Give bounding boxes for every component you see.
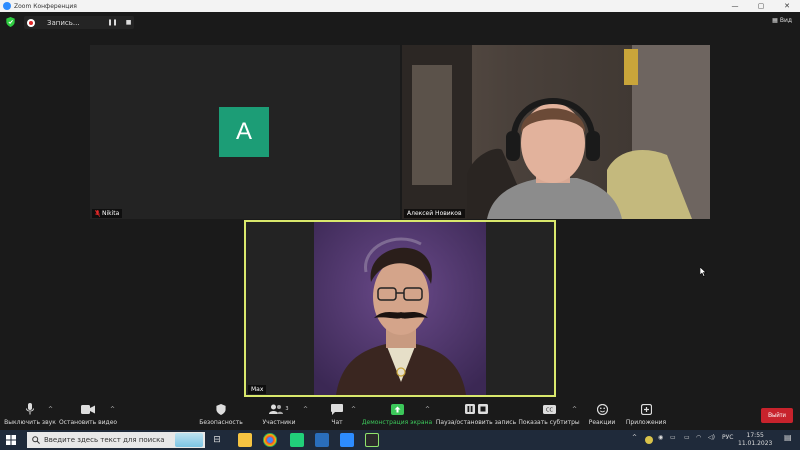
illustrated-avatar-video [246,222,554,395]
stop-video-label: Остановить видео [58,419,118,426]
tray-overflow-icon[interactable]: ^ [632,434,637,441]
video-tile-alexey[interactable]: Алексей Новиков [402,45,710,219]
recording-indicator: Запись... ❚❚ ■ [24,16,134,29]
taskbar-search-box[interactable]: Введите здесь текст для поиска [27,432,205,448]
chat-bubble-icon [331,403,343,415]
mouse-cursor-icon [700,267,707,277]
reactions-button[interactable]: Реакции [588,402,616,426]
mute-label: Выключить звук [4,419,56,426]
language-indicator[interactable]: РУС [722,434,733,441]
svg-text:CC: CC [546,407,553,413]
show-captions-label: Показать субтитры [518,419,580,426]
share-screen-icon [390,403,404,415]
participants-options-caret-icon[interactable]: ^ [303,406,308,413]
webcam-video [402,45,710,219]
participants-button[interactable]: 3 Участники [262,402,296,426]
video-options-caret-icon[interactable]: ^ [110,406,115,413]
security-label: Безопасность [199,419,243,426]
search-highlight-image [175,433,203,447]
tray-app-icon[interactable] [645,436,653,444]
microphone-icon [26,403,34,415]
security-shield-icon [216,403,226,415]
pause-stop-recording-button[interactable]: Пауза/остановить запись [435,402,517,426]
participants-label: Участники [262,419,296,426]
video-tile-max[interactable]: Max [244,220,556,397]
tray-wifi-icon[interactable]: ◠ [696,434,701,441]
leave-meeting-button[interactable]: Выйти [761,408,793,423]
pause-recording-icon[interactable]: ❚❚ [108,18,118,28]
window-titlebar: Zoom Конференция — ▢ ✕ [0,0,800,12]
mic-muted-icon [95,210,100,217]
search-icon [32,436,40,444]
tray-battery-icon[interactable]: ▭ [684,434,690,441]
show-captions-button[interactable]: CC Показать субтитры [518,402,580,426]
window-controls: — ▢ ✕ [722,0,800,12]
reactions-label: Реакции [588,419,616,426]
stop-video-button[interactable]: Остановить видео [58,402,118,426]
close-button[interactable]: ✕ [774,0,800,12]
shield-icon[interactable] [6,17,15,27]
participant-name-tag: Nikita [92,209,123,218]
pause-stop-recording-label: Пауза/остановить запись [435,419,517,426]
avatar: A [219,107,269,157]
chat-button[interactable]: Чат [328,402,346,426]
meeting-toolbar: Выключить звук ^ Остановить видео ^ Безо… [0,400,800,430]
clock-date: 11.01.2023 [738,440,773,447]
stop-icon [477,404,488,414]
windows-start-icon[interactable] [6,435,16,445]
chrome-icon[interactable] [263,433,277,447]
app-green-icon[interactable] [290,433,304,447]
participants-count: 3 [285,406,289,412]
meeting-top-bar: Запись... ❚❚ ■ ▦ Вид [0,12,800,32]
captions-options-caret-icon[interactable]: ^ [572,406,577,413]
apps-button[interactable]: Приложения [626,402,666,426]
windows-taskbar: Введите здесь текст для поиска ⊟ ^ ◉ ▭ ▭… [0,430,800,450]
tray-volume-icon[interactable]: ◁) [708,434,715,441]
zoom-app-icon [3,2,11,10]
record-dot-icon [27,18,35,27]
recording-label: Запись... [47,18,80,27]
clock-time: 17:55 [746,432,764,439]
minimize-button[interactable]: — [722,0,748,12]
task-view-icon[interactable]: ⊟ [210,433,224,447]
view-button[interactable]: ▦ Вид [772,17,792,24]
video-tile-nikita[interactable]: A Nikita [90,45,400,219]
app-camtasia-icon[interactable] [365,433,379,447]
maximize-button[interactable]: ▢ [748,0,774,12]
file-explorer-icon[interactable] [238,433,252,447]
participants-icon [269,404,284,414]
chat-options-caret-icon[interactable]: ^ [351,406,356,413]
stop-recording-icon[interactable]: ■ [124,18,134,28]
participant-name: Max [251,386,264,393]
search-placeholder: Введите здесь текст для поиска [44,436,165,444]
tray-camera-icon[interactable]: ▭ [670,434,676,441]
participant-name-tag: Max [248,385,267,394]
zoom-taskbar-icon[interactable] [340,433,354,447]
photos-icon[interactable] [315,433,329,447]
view-label: Вид [779,17,792,24]
share-options-caret-icon[interactable]: ^ [425,406,430,413]
taskbar-clock[interactable]: 17:55 11.01.2023 [738,432,772,448]
closed-captions-icon: CC [542,404,556,414]
security-button[interactable]: Безопасность [199,402,243,426]
pause-icon [464,404,475,414]
smiley-icon [596,403,608,415]
window-title: Zoom Конференция [14,2,77,10]
audio-options-caret-icon[interactable]: ^ [48,406,53,413]
notifications-icon[interactable]: ▤ [784,433,792,442]
share-screen-label: Демонстрация экрана [361,419,433,426]
share-screen-button[interactable]: Демонстрация экрана [361,402,433,426]
chat-label: Чат [331,419,343,426]
apps-label: Приложения [625,419,667,426]
apps-icon [640,403,652,415]
participant-name: Nikita [102,210,120,217]
video-camera-icon [81,404,95,414]
tray-network-icon[interactable]: ◉ [658,434,663,441]
participant-name-tag: Алексей Новиков [404,209,465,218]
grid-icon: ▦ [772,17,778,24]
participant-name: Алексей Новиков [407,210,462,217]
